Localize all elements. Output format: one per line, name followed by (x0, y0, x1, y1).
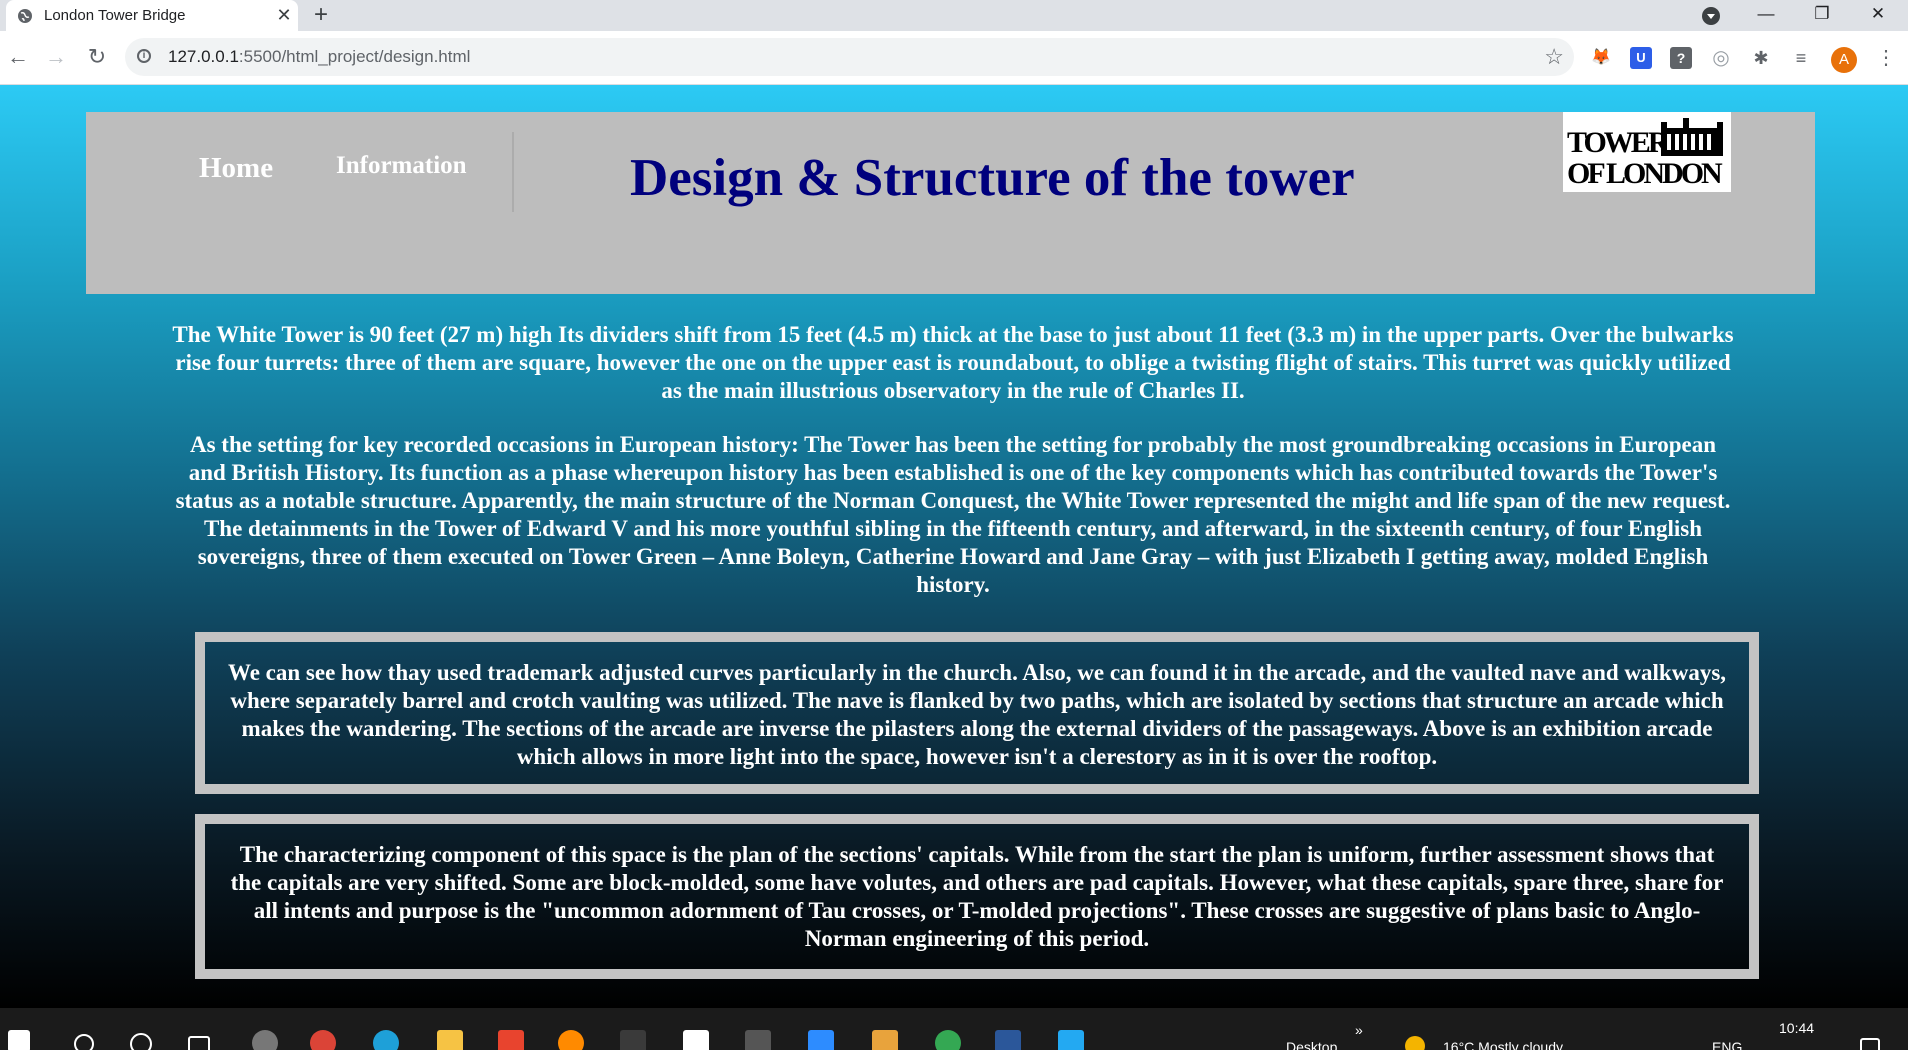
extension-circle-icon[interactable]: ◎ (1710, 47, 1732, 69)
chrome-icon[interactable] (310, 1030, 336, 1050)
notification-icon[interactable] (1860, 1038, 1880, 1050)
file-explorer-icon[interactable] (437, 1030, 463, 1050)
profile-avatar[interactable]: A (1831, 47, 1857, 73)
close-window-button[interactable]: ✕ (1850, 0, 1906, 31)
vscode-icon[interactable] (1058, 1030, 1084, 1050)
extensions-puzzle-icon[interactable]: ✱ (1750, 47, 1772, 69)
app-green-icon[interactable] (935, 1030, 961, 1050)
extension-fox-icon[interactable]: 🦊 (1590, 47, 1612, 69)
extension-shield-icon[interactable]: U (1630, 47, 1652, 69)
word-icon[interactable] (995, 1030, 1021, 1050)
clock-time[interactable]: 10:44 (1779, 1020, 1814, 1036)
task-view-icon[interactable] (188, 1036, 210, 1050)
edge-icon[interactable] (373, 1030, 399, 1050)
globe-icon (18, 8, 32, 23)
page-title: Design & Structure of the tower (630, 149, 1355, 207)
url-path: :5500/html_project/design.html (238, 47, 471, 66)
app-dark-icon[interactable] (620, 1030, 646, 1050)
firefox-icon[interactable] (558, 1030, 584, 1050)
taskbar-desktop-label[interactable]: Desktop (1286, 1039, 1337, 1050)
weather-icon[interactable] (1405, 1036, 1425, 1050)
site-header: Home Information Design & Structure of t… (86, 112, 1815, 294)
app-colorful-icon[interactable] (872, 1030, 898, 1050)
info-box-capitals: The characterizing component of this spa… (195, 814, 1759, 979)
svg-text:TOWER: TOWER (1567, 126, 1670, 159)
tab-search-icon[interactable] (1702, 7, 1720, 25)
paragraph-dimensions: The White Tower is 90 feet (27 m) high I… (172, 322, 1734, 403)
forward-icon[interactable]: → (42, 43, 70, 71)
app-red-icon[interactable] (498, 1030, 524, 1050)
browser-toolbar: ← → ↻ i 127.0.0.1:5500/html_project/desi… (0, 31, 1908, 85)
extension-help-icon[interactable]: ? (1670, 47, 1692, 69)
paragraph-history: As the setting for key recorded occasion… (175, 432, 1731, 597)
close-tab-icon[interactable]: ✕ (270, 5, 298, 26)
bookmark-star-icon[interactable]: ☆ (1544, 44, 1564, 70)
start-windows-icon[interactable] (8, 1030, 30, 1050)
scrollbar[interactable] (1891, 85, 1908, 1008)
page-viewport: Home Information Design & Structure of t… (0, 85, 1908, 1008)
logo-graphic: TOWER OF LONDON (1567, 118, 1726, 190)
zoom-icon[interactable] (808, 1030, 834, 1050)
settings-gear-icon[interactable] (252, 1030, 278, 1050)
browser-tab[interactable]: London Tower Bridge ✕ (6, 0, 298, 31)
new-tab-button[interactable]: + (314, 2, 328, 28)
weather-text[interactable]: 16°C Mostly cloudy (1443, 1039, 1563, 1050)
reading-list-icon[interactable]: ≡ (1790, 47, 1812, 69)
taskbar-overflow[interactable]: » (1355, 1022, 1363, 1038)
tab-title: London Tower Bridge (44, 7, 186, 24)
nav-home-link[interactable]: Home (199, 152, 273, 185)
nav-divider (512, 132, 514, 212)
svg-text:OF LONDON: OF LONDON (1567, 157, 1723, 190)
search-icon[interactable] (74, 1034, 94, 1050)
address-bar[interactable]: i 127.0.0.1:5500/html_project/design.htm… (125, 38, 1574, 76)
info-box-arcade: We can see how thay used trademark adjus… (195, 632, 1759, 794)
url-host: 127.0.0.1 (168, 47, 239, 66)
tab-strip: London Tower Bridge ✕ + — ❐ ✕ (0, 0, 1908, 31)
notion-icon[interactable] (683, 1030, 709, 1050)
terminal-icon[interactable] (745, 1030, 771, 1050)
tower-of-london-logo: TOWER OF LONDON (1563, 112, 1731, 192)
cortana-icon[interactable] (130, 1033, 152, 1050)
reload-icon[interactable]: ↻ (83, 43, 111, 71)
back-icon[interactable]: ← (4, 43, 32, 71)
url-text[interactable]: 127.0.0.1:5500/html_project/design.html (168, 47, 470, 67)
language-indicator[interactable]: ENG (1712, 1039, 1742, 1050)
minimize-button[interactable]: — (1738, 0, 1794, 31)
nav-information-link[interactable]: Information (336, 152, 467, 180)
site-info-icon[interactable]: i (137, 49, 151, 63)
windows-taskbar: » Desktop 16°C Mostly cloudy ENG 10:44 (0, 1008, 1908, 1050)
menu-kebab-icon[interactable]: ⋮ (1876, 47, 1896, 69)
maximize-button[interactable]: ❐ (1794, 0, 1850, 31)
